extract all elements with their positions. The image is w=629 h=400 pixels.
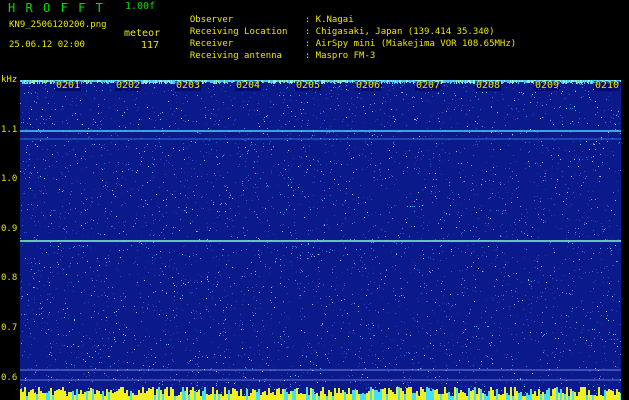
y-tick-label: 0.9 bbox=[1, 224, 18, 234]
app-version: 1.00f bbox=[125, 1, 156, 12]
y-tick-label: 0.6 bbox=[1, 373, 18, 383]
info-row-observer: Observer: K.Nagai bbox=[179, 2, 354, 25]
file-name: KN9_2506120200.png bbox=[9, 20, 107, 30]
info-key: Receiving antenna bbox=[189, 51, 282, 61]
datetime: 25.06.12 02:00 bbox=[9, 40, 85, 50]
yaxis-unit: kHz bbox=[1, 75, 18, 85]
spectrogram-canvas bbox=[20, 80, 621, 400]
spectrogram-plot bbox=[20, 80, 621, 400]
x-tick-label: 0203 bbox=[175, 80, 202, 91]
info-row-antenna: Receiving antenna : Maspro FM-3 bbox=[179, 38, 375, 61]
y-tick-label: 0.7 bbox=[1, 323, 18, 333]
y-tick-label: 1.1 bbox=[1, 125, 18, 135]
x-tick-label: 0210 bbox=[594, 80, 621, 91]
x-tick-label: 0207 bbox=[415, 80, 442, 91]
info-value: : Maspro FM-3 bbox=[304, 51, 376, 61]
x-tick-label: 0202 bbox=[115, 80, 142, 91]
info-row-receiver: Receiver: AirSpy mini (Miakejima VOR 108… bbox=[179, 26, 516, 49]
info-row-location: Receiving Location: Chigasaki, Japan (13… bbox=[179, 14, 495, 37]
x-tick-label: 0209 bbox=[534, 80, 561, 91]
x-tick-label: 0201 bbox=[55, 80, 82, 91]
y-tick-label: 1.0 bbox=[1, 174, 18, 184]
count-value: 117 bbox=[141, 40, 160, 51]
y-tick-label: 0.8 bbox=[1, 273, 18, 283]
x-tick-label: 0205 bbox=[295, 80, 322, 91]
x-tick-label: 0208 bbox=[475, 80, 502, 91]
x-tick-label: 0204 bbox=[235, 80, 262, 91]
mode-label: meteor bbox=[124, 28, 161, 39]
app-title: HROFFT bbox=[8, 1, 114, 15]
x-tick-label: 0206 bbox=[355, 80, 382, 91]
